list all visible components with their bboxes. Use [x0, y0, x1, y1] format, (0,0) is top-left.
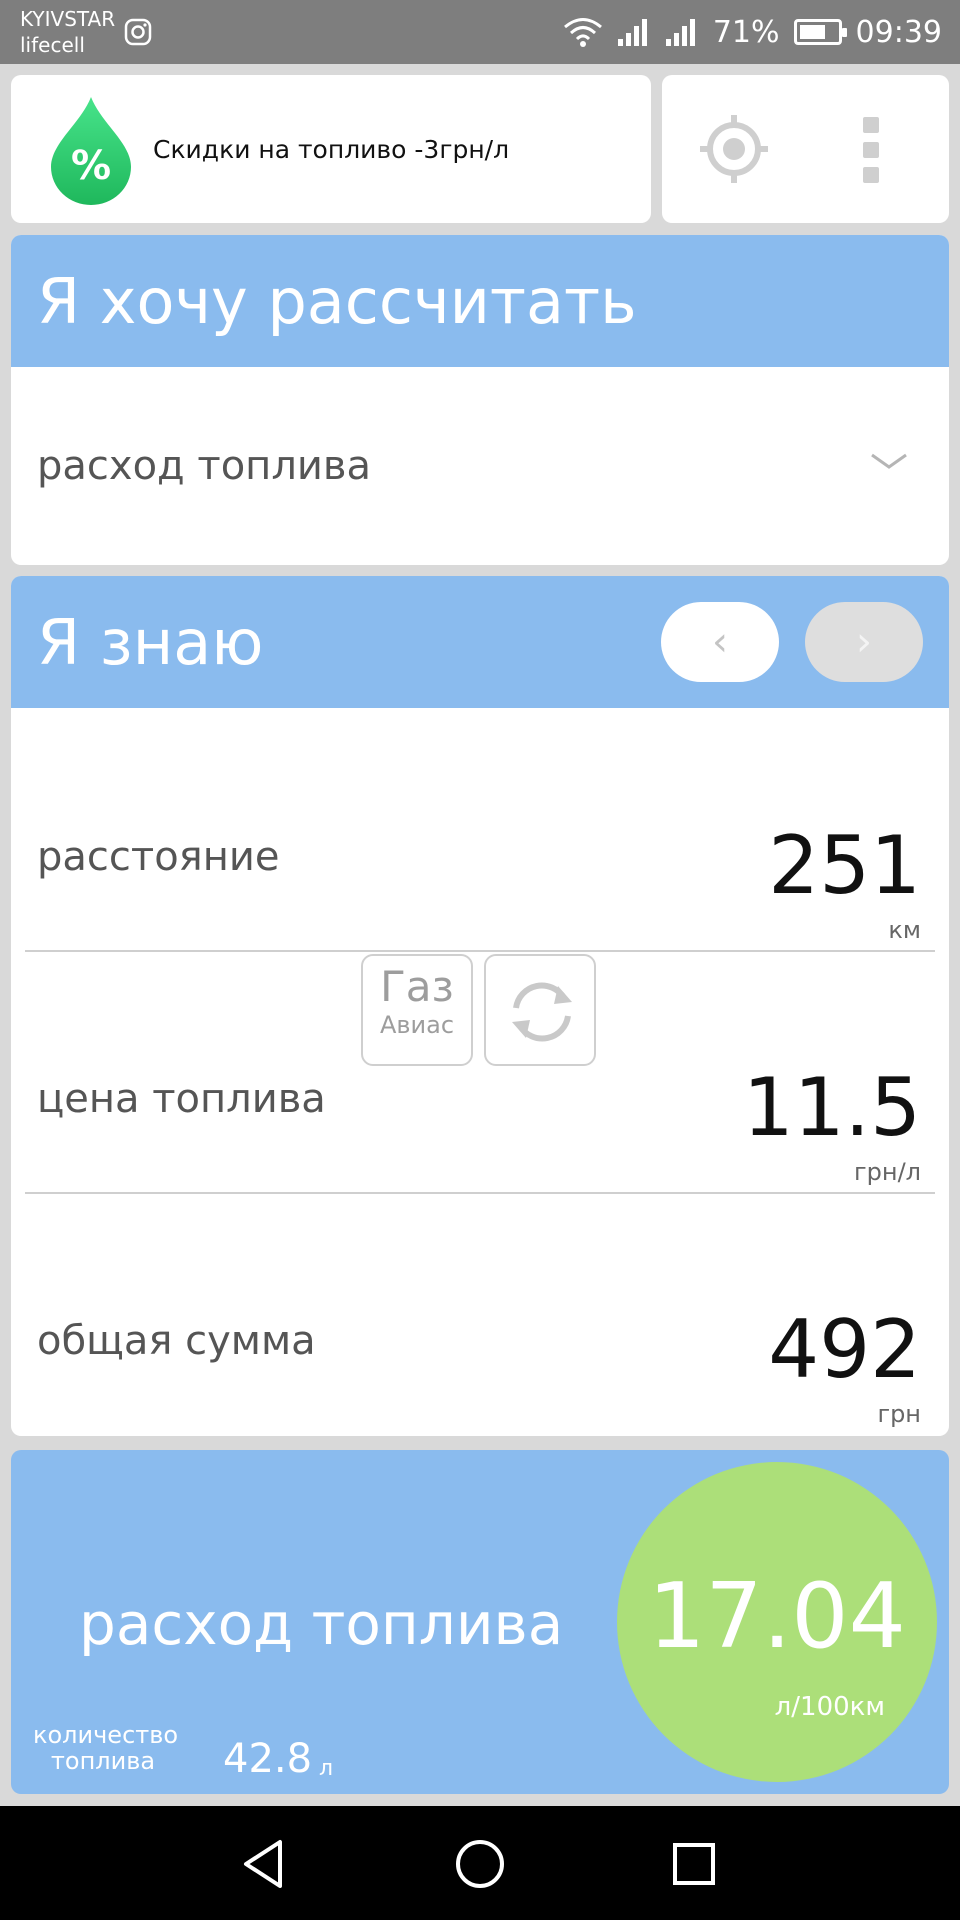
calculate-target-value: расход топлива: [37, 443, 371, 489]
promo-text: Скидки на топливо -3грн/л: [153, 134, 510, 164]
next-button[interactable]: ›: [805, 602, 923, 682]
field-distance[interactable]: расстояние 251 км: [11, 708, 949, 948]
fuel-quantity-unit: л: [319, 1756, 334, 1781]
known-header: Я знаю ‹ ›: [11, 576, 949, 708]
prev-button[interactable]: ‹: [661, 602, 779, 682]
battery-icon: [793, 19, 847, 45]
refresh-icon: [512, 982, 572, 1042]
calculate-card: Я хочу рассчитать расход топлива: [11, 235, 949, 565]
clock: 09:39: [855, 14, 942, 50]
chevron-right-icon: ›: [856, 619, 872, 665]
carrier-names: KYIVSTAR lifecell: [20, 6, 115, 58]
field-fuel-price-value[interactable]: 11.5: [743, 1068, 921, 1148]
carrier-primary: KYIVSTAR: [20, 7, 116, 31]
carrier-secondary: lifecell: [20, 33, 85, 57]
field-distance-label: расстояние: [37, 834, 280, 880]
chevron-left-icon: ‹: [712, 619, 728, 665]
more-vert-icon[interactable]: [860, 117, 882, 183]
fuel-quantity-label: количество топлива: [33, 1721, 179, 1775]
calculate-title: Я хочу рассчитать: [37, 265, 637, 338]
fuel-quantity-value: 42.8: [223, 1736, 313, 1782]
field-fuel-price-unit: грн/л: [854, 1158, 921, 1186]
result-unit: л/100км: [774, 1692, 885, 1722]
fuel-type-button[interactable]: Газ Авиас: [361, 954, 473, 1066]
fuel-station-label: Авиас: [379, 1011, 455, 1039]
field-total-sum[interactable]: общая сумма 492 грн: [11, 1192, 949, 1432]
signal-icon-sim1: [617, 19, 647, 46]
field-fuel-price-label: цена топлива: [37, 1076, 326, 1122]
svg-text:%: %: [71, 143, 111, 189]
field-distance-unit: км: [888, 916, 921, 944]
percent-drop-icon: %: [51, 97, 131, 205]
field-distance-value[interactable]: 251: [768, 826, 921, 906]
signal-icon-sim2: [665, 19, 695, 46]
battery-percent: 71%: [712, 14, 780, 50]
result-value: 17.04: [648, 1564, 906, 1669]
battery-fill: [799, 25, 826, 39]
known-title: Я знаю: [37, 606, 264, 679]
field-total-sum-label: общая сумма: [37, 1318, 316, 1364]
fuel-type-label: Газ: [380, 962, 454, 1011]
back-triangle-icon[interactable]: [238, 1836, 294, 1892]
wifi-icon: [563, 18, 602, 47]
calculate-target-select[interactable]: расход топлива: [11, 367, 949, 565]
promo-banner[interactable]: % Скидки на топливо -3грн/л: [11, 75, 651, 223]
result-circle: 17.04 л/100км: [617, 1462, 937, 1782]
refresh-button[interactable]: [484, 954, 596, 1066]
known-values-card: Я знаю ‹ › расстояние 251 км цена топлив…: [11, 576, 949, 1436]
instagram-icon: [124, 18, 152, 46]
home-circle-icon[interactable]: [452, 1836, 508, 1892]
field-total-sum-unit: грн: [877, 1400, 921, 1428]
system-nav-bar: [0, 1806, 960, 1920]
location-target-icon[interactable]: [698, 113, 770, 185]
recents-square-icon[interactable]: [666, 1836, 722, 1892]
status-bar: KYIVSTAR lifecell 71% 09:39: [0, 0, 960, 64]
result-label: расход топлива: [79, 1590, 564, 1658]
result-panel: расход топлива 17.04 л/100км количество …: [11, 1450, 949, 1794]
field-total-sum-value[interactable]: 492: [768, 1310, 921, 1390]
toolbar-card: [662, 75, 949, 223]
calculate-header: Я хочу рассчитать: [11, 235, 949, 367]
chevron-down-icon: [871, 453, 907, 469]
field-fuel-price[interactable]: цена топлива 11.5 грн/л: [11, 950, 949, 1190]
